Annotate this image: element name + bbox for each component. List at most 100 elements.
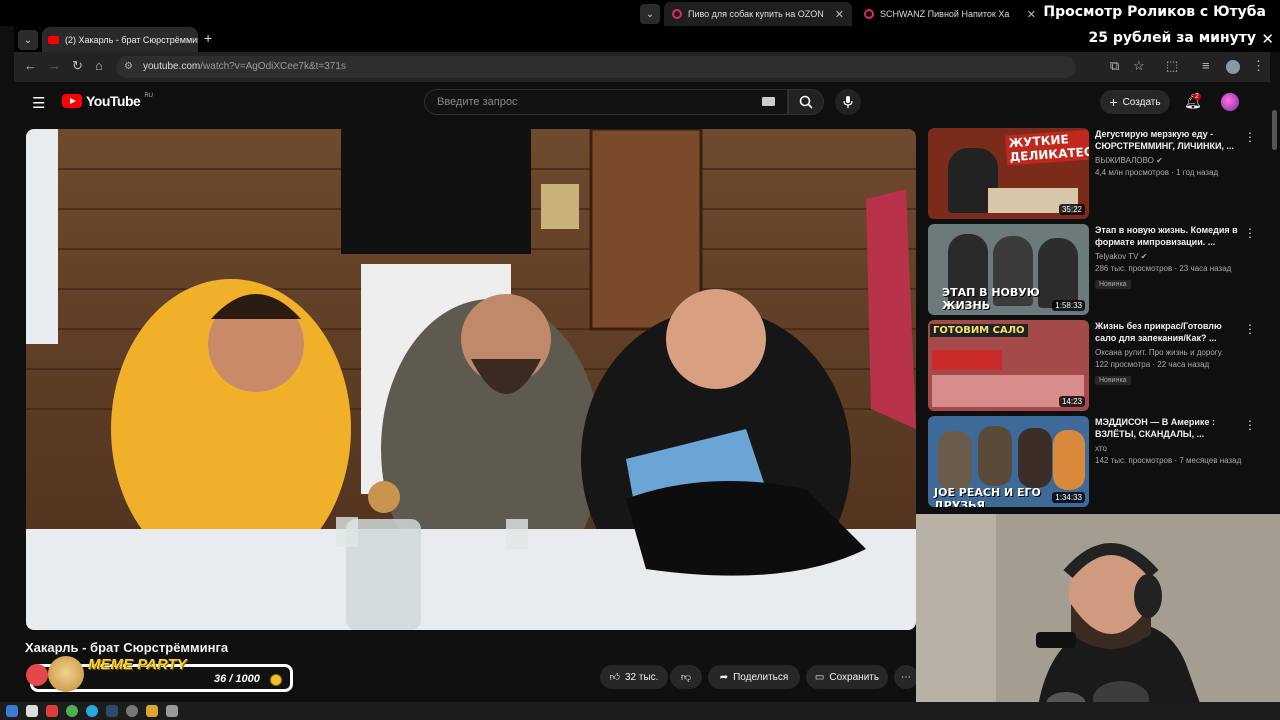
view-count: 142 тыс. просмотров · 7 месяцев назад xyxy=(1095,456,1242,465)
url-bar[interactable]: youtube.com/watch?v=AgOdiXCee7k&t=371s xyxy=(116,56,1076,78)
video-title[interactable]: Этап в новую жизнь. Комедия в формате им… xyxy=(1095,224,1245,249)
channel-name[interactable]: Telyakov TV xyxy=(1095,252,1138,261)
cast-icon[interactable]: ⧉ xyxy=(1110,58,1119,74)
new-badge: Новинка xyxy=(1095,376,1131,385)
dislike-button[interactable]: 👎︎ xyxy=(670,665,702,689)
steam-icon[interactable] xyxy=(106,705,118,717)
video-title[interactable]: МЭДДИСОН — В Америке : ВЗЛЁТЫ, СКАНДАЛЫ,… xyxy=(1095,416,1245,441)
new-tab-icon[interactable]: + xyxy=(204,30,212,46)
more-icon[interactable]: ⋮ xyxy=(1244,130,1256,144)
video-thumbnail[interactable]: ГОТОВИМ САЛО 14:23 xyxy=(928,320,1089,411)
bookmark-icon: ▭ xyxy=(814,671,825,683)
app-icon[interactable] xyxy=(146,705,158,717)
video-title[interactable]: Дегустирую мерзкую еду - СЮРСТРЕММИНГ, Л… xyxy=(1095,128,1245,153)
recommendation-card[interactable]: ГОТОВИМ САЛО 14:23 Жизнь без прикрас/Гот… xyxy=(928,320,1268,412)
channel-name[interactable]: ВЫЖИВАЛОВО xyxy=(1095,156,1154,165)
doge-icon xyxy=(48,656,84,692)
video-duration: 1:34:33 xyxy=(1052,492,1085,503)
close-icon[interactable]: ✕ xyxy=(1027,8,1036,21)
channel-avatar[interactable] xyxy=(26,664,48,686)
webcam-overlay xyxy=(916,514,1280,720)
extensions-icon[interactable]: ⬚ xyxy=(1166,58,1178,74)
voice-search-button[interactable] xyxy=(835,89,861,115)
windows-start-icon[interactable] xyxy=(6,705,18,717)
settings-icon[interactable] xyxy=(166,705,178,717)
video-frame-illustration xyxy=(26,129,916,630)
menu-icon[interactable]: ☰ xyxy=(32,94,45,112)
more-icon[interactable]: ⋮ xyxy=(1244,322,1256,336)
tab-list-button[interactable]: ⌄ xyxy=(18,30,38,50)
more-actions-button[interactable]: ⋯ xyxy=(894,665,918,689)
reload-icon[interactable]: ↻ xyxy=(72,58,83,74)
video-title[interactable]: Жизнь без прикрас/Готовлю сало для запек… xyxy=(1095,320,1245,345)
recommendation-card[interactable]: JOE PEACH И ЕГО ДРУЗЬЯ 1:34:33 МЭДДИСОН … xyxy=(928,416,1268,508)
tab-list-button[interactable]: ⌄ xyxy=(640,4,660,24)
bookmark-star-icon[interactable]: ☆ xyxy=(1133,58,1145,74)
chrome-icon[interactable] xyxy=(66,705,78,717)
tab-schwanz[interactable]: SCHWANZ Пивной Напиток Ха ✕ xyxy=(856,2,1044,26)
view-count: 286 тыс. просмотров · 23 часа назад xyxy=(1095,264,1232,273)
scrollbar[interactable] xyxy=(1272,110,1277,150)
create-button[interactable]: + Создать xyxy=(1100,90,1170,114)
close-icon[interactable]: ✕ xyxy=(1261,30,1274,48)
url-host: youtube.com xyxy=(143,61,201,72)
verified-icon: ✔ xyxy=(1156,156,1163,165)
create-label: Создать xyxy=(1122,96,1161,108)
site-info-icon[interactable]: ⚙ xyxy=(124,61,133,72)
meme-party-count: 36 / 1000 xyxy=(214,673,260,685)
keyboard-icon[interactable] xyxy=(762,97,775,106)
media-icon[interactable]: ≡ xyxy=(1202,58,1210,73)
recommendation-card[interactable]: ЭТАП В НОВУЮ ЖИЗНЬ 1:58:33 Этап в новую … xyxy=(928,224,1268,316)
logo-text: YouTube xyxy=(86,93,141,109)
more-icon[interactable]: ⋮ xyxy=(1244,226,1256,240)
stream-overlay-title: Просмотр Роликов с Ютуба xyxy=(1043,4,1266,20)
search-icon xyxy=(799,95,813,109)
meme-party-label: MEME PARTY xyxy=(88,656,187,673)
video-duration: 14:23 xyxy=(1058,396,1085,407)
youtube-play-icon xyxy=(62,94,82,108)
share-label: Поделиться xyxy=(733,671,789,683)
video-player[interactable] xyxy=(26,129,916,630)
plus-icon: + xyxy=(1109,94,1118,110)
channel-name[interactable]: хто xyxy=(1095,444,1245,453)
account-avatar[interactable] xyxy=(1221,93,1239,111)
telegram-icon[interactable] xyxy=(86,705,98,717)
video-thumbnail[interactable]: ЖУТКИЕ ДЕЛИКАТЕСЫ 35:22 xyxy=(928,128,1089,219)
logo-region: RU xyxy=(144,93,153,99)
tab-youtube[interactable]: (2) Хакарль - брат Сюрстрёмминга 🔊︎ ✕ xyxy=(42,27,198,52)
os-taskbar xyxy=(0,702,1280,720)
obs-icon[interactable] xyxy=(126,705,138,717)
like-button[interactable]: 👍︎ 32 тыс. xyxy=(600,665,668,689)
tab-ozon[interactable]: Пиво для собак купить на OZON ✕ xyxy=(664,2,852,26)
search-button[interactable] xyxy=(788,89,824,115)
channel-name[interactable]: Оксана рулит. Про жизнь и дорогу. xyxy=(1095,348,1245,357)
close-icon[interactable]: ✕ xyxy=(835,8,844,21)
tab-label: (2) Хакарль - брат Сюрстрёмминга xyxy=(65,34,198,45)
tab-label: SCHWANZ Пивной Напиток Ха xyxy=(880,9,1010,19)
more-icon[interactable]: ⋮ xyxy=(1244,418,1256,432)
thumbs-down-icon: 👎︎ xyxy=(680,672,692,683)
save-button[interactable]: ▭ Сохранить xyxy=(806,665,888,689)
ozon-icon xyxy=(864,9,874,19)
save-label: Сохранить xyxy=(829,671,880,683)
coin-icon xyxy=(270,674,282,686)
home-icon[interactable]: ⌂ xyxy=(95,58,103,73)
url-path: /watch?v=AgOdiXCee7k&t=371s xyxy=(200,61,346,72)
like-count: 32 тыс. xyxy=(625,671,659,683)
youtube-logo[interactable]: YouTube RU xyxy=(62,93,153,109)
youtube-icon xyxy=(48,35,59,44)
microphone-icon xyxy=(843,96,853,108)
share-button[interactable]: ➦ Поделиться xyxy=(708,665,800,689)
more-icon[interactable]: ⋮ xyxy=(1252,58,1265,74)
profile-avatar[interactable] xyxy=(1226,60,1240,74)
stream-overlay-price: 25 рублей за минуту xyxy=(1088,30,1256,46)
app-icon[interactable] xyxy=(26,705,38,717)
forward-icon[interactable]: → xyxy=(48,58,61,73)
back-icon[interactable]: ← xyxy=(24,58,37,73)
video-thumbnail[interactable]: ЭТАП В НОВУЮ ЖИЗНЬ 1:58:33 xyxy=(928,224,1089,315)
video-thumbnail[interactable]: JOE PEACH И ЕГО ДРУЗЬЯ 1:34:33 xyxy=(928,416,1089,507)
yandex-icon[interactable] xyxy=(46,705,58,717)
search-input[interactable]: Введите запрос xyxy=(424,89,788,115)
recommendation-card[interactable]: ЖУТКИЕ ДЕЛИКАТЕСЫ 35:22 Дегустирую мерзк… xyxy=(928,128,1268,220)
video-duration: 35:22 xyxy=(1058,204,1085,215)
